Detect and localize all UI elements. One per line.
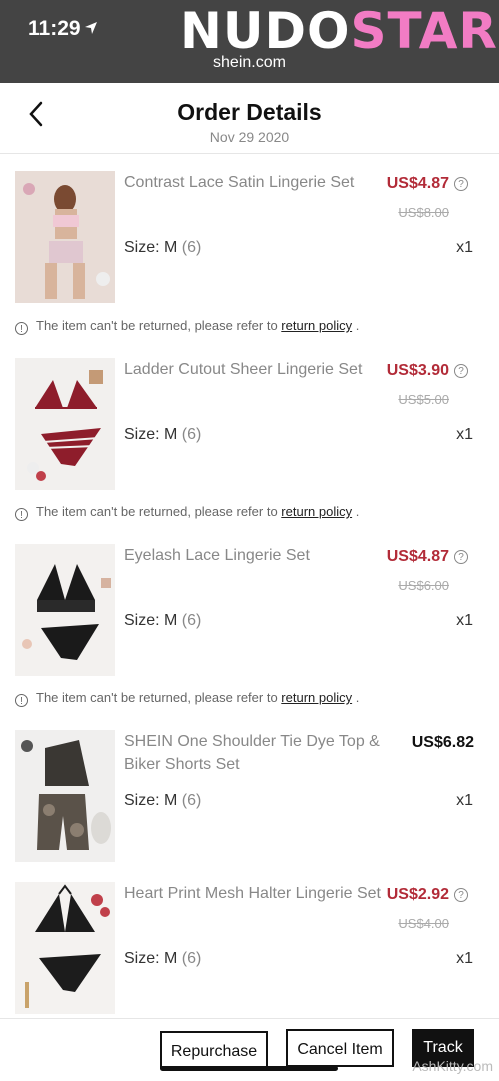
- product-image[interactable]: [15, 358, 115, 490]
- clock: 11:29: [28, 17, 81, 40]
- size-label: Size: M (6): [124, 426, 202, 443]
- quantity: x1: [456, 950, 473, 967]
- return-notice: ! The item can't be returned, please refe…: [15, 690, 359, 707]
- page-title: Order Details: [177, 99, 322, 125]
- price-info-icon[interactable]: ?: [454, 177, 468, 191]
- product-image[interactable]: [15, 882, 115, 1014]
- product-image[interactable]: [15, 171, 115, 303]
- price-info-icon[interactable]: ?: [454, 550, 468, 564]
- quantity: x1: [456, 239, 473, 256]
- return-policy-link[interactable]: return policy: [281, 504, 352, 519]
- product-name[interactable]: Eyelash Lace Lingerie Set: [124, 544, 384, 567]
- return-policy-link[interactable]: return policy: [281, 318, 352, 333]
- alert-icon: !: [15, 322, 28, 335]
- quantity: x1: [456, 612, 473, 629]
- size-label: Size: M (6): [124, 612, 202, 629]
- return-policy-link[interactable]: return policy: [281, 690, 352, 705]
- sale-price: US$4.87: [386, 548, 449, 565]
- order-date: Nov 29 2020: [209, 129, 290, 145]
- cancel-item-button[interactable]: Cancel Item: [286, 1029, 394, 1067]
- alert-icon: !: [15, 694, 28, 707]
- return-notice: ! The item can't be returned, please refe…: [15, 318, 359, 335]
- product-image[interactable]: [15, 730, 115, 862]
- original-price: US$6.00: [398, 578, 449, 593]
- product-name[interactable]: Ladder Cutout Sheer Lingerie Set: [124, 358, 384, 381]
- sale-price: US$3.90: [386, 362, 449, 379]
- product-image[interactable]: [15, 544, 115, 676]
- original-price: US$4.00: [398, 916, 449, 931]
- location-arrow-icon: [85, 22, 97, 34]
- product-name[interactable]: Contrast Lace Satin Lingerie Set: [124, 171, 384, 194]
- url-label[interactable]: shein.com: [0, 54, 499, 72]
- status-bar: 11:29 NUDOSTAR shein.com: [0, 0, 499, 83]
- product-name[interactable]: Heart Print Mesh Halter Lingerie Set: [124, 882, 384, 905]
- return-notice: ! The item can't be returned, please refe…: [15, 504, 359, 521]
- sale-price: US$4.87: [386, 175, 449, 192]
- price: US$6.82: [411, 734, 474, 751]
- watermark-logo: NUDOSTAR: [180, 2, 498, 60]
- size-label: Size: M (6): [124, 950, 202, 967]
- quantity: x1: [456, 426, 473, 443]
- original-price: US$8.00: [398, 205, 449, 220]
- product-name[interactable]: SHEIN One Shoulder Tie Dye Top & Biker S…: [124, 730, 384, 776]
- site-watermark: AshKitty.com: [412, 1058, 493, 1074]
- original-price: US$5.00: [398, 392, 449, 407]
- home-indicator[interactable]: [160, 1066, 338, 1071]
- page-header: Order Details Nov 29 2020: [0, 83, 499, 154]
- repurchase-button[interactable]: Repurchase: [160, 1031, 268, 1069]
- quantity: x1: [456, 792, 473, 809]
- size-label: Size: M (6): [124, 239, 202, 256]
- price-info-icon[interactable]: ?: [454, 888, 468, 902]
- price-info-icon[interactable]: ?: [454, 364, 468, 378]
- sale-price: US$2.92: [386, 886, 449, 903]
- size-label: Size: M (6): [124, 792, 202, 809]
- alert-icon: !: [15, 508, 28, 521]
